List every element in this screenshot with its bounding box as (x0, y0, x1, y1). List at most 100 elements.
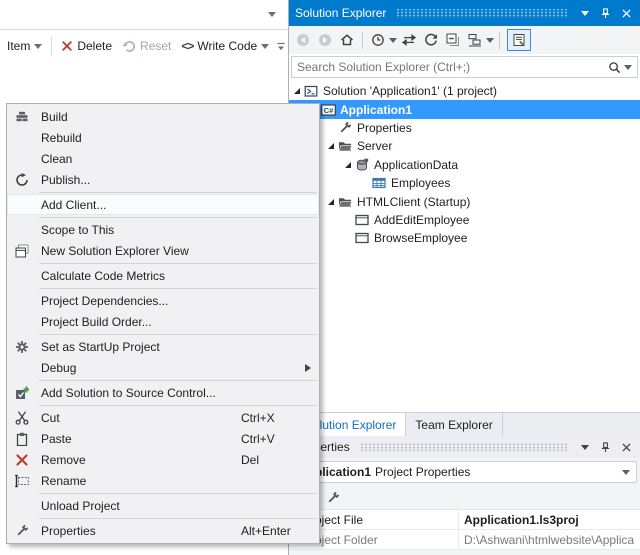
folder-icon (338, 139, 353, 153)
chevron-down-icon[interactable] (486, 37, 494, 43)
tree-item-server[interactable]: Server (289, 137, 640, 155)
paste-icon (7, 432, 37, 446)
close-icon[interactable] (619, 6, 634, 21)
property-row-project-folder[interactable]: Project Folder D:\Ashwani\htmlwebsite\Ap… (289, 530, 640, 550)
gear-icon (7, 340, 37, 354)
menu-item-clean[interactable]: Clean (7, 148, 319, 169)
menu-separator (39, 216, 317, 218)
sync-active-document-icon[interactable] (399, 29, 419, 51)
menu-item-rename[interactable]: Rename (7, 470, 319, 491)
menu-item-rebuild[interactable]: Rebuild (7, 127, 319, 148)
tree-item-htmlclient-startup[interactable]: HTMLClient (Startup) (289, 192, 640, 210)
tab-team-explorer[interactable]: Team Explorer (406, 413, 503, 436)
designer-toolbar: Item Delete Reset <> Write Code (0, 30, 288, 62)
menu-item-set-as-startup-project[interactable]: Set as StartUp Project (7, 336, 319, 357)
wrench-icon (338, 121, 353, 135)
tree-item-label: Employees (391, 176, 451, 191)
menu-item-calculate-code-metrics[interactable]: Calculate Code Metrics (7, 265, 319, 286)
search-input[interactable] (292, 60, 606, 74)
write-code-button[interactable]: <> Write Code (176, 36, 274, 56)
menu-item-scope-to-this[interactable]: Scope to This (7, 219, 319, 240)
pending-changes-icon[interactable] (368, 29, 388, 51)
svg-text:C#: C# (324, 106, 334, 115)
close-icon[interactable] (619, 440, 634, 455)
folder-icon (338, 195, 353, 209)
submenu-arrow-icon (305, 363, 311, 372)
menu-item-new-solution-explorer-view[interactable]: New Solution Explorer View (7, 240, 319, 261)
pin-icon[interactable] (598, 6, 613, 21)
delete-button[interactable]: Delete (56, 36, 117, 56)
menu-item-shortcut: Ctrl+V (241, 431, 275, 446)
solution-explorer-titlebar: Solution Explorer (289, 0, 640, 26)
search-icon[interactable] (606, 61, 623, 74)
menu-item-unload-project[interactable]: Unload Project (7, 495, 319, 516)
tree-item-solution-application1-1-project[interactable]: Solution 'Application1' (1 project) (289, 82, 640, 100)
menu-item-paste[interactable]: Paste Ctrl+V (7, 428, 319, 449)
refresh-icon[interactable] (421, 29, 441, 51)
window-position-chevron-icon[interactable] (577, 6, 592, 21)
back-icon[interactable] (293, 29, 313, 51)
table-icon (372, 176, 387, 190)
menu-item-label: Add Client... (41, 197, 107, 212)
menu-item-properties[interactable]: Properties Alt+Enter (7, 520, 319, 541)
toolbar-overflow-icon[interactable] (276, 42, 286, 52)
reset-button[interactable]: Reset (117, 36, 176, 56)
tree-item-properties[interactable]: Properties (289, 119, 640, 137)
properties-wrench-icon[interactable] (323, 488, 343, 509)
code-brackets-icon: <> (181, 39, 194, 53)
menu-item-label: New Solution Explorer View (41, 243, 189, 258)
properties-window-icon[interactable] (507, 29, 531, 51)
home-icon[interactable] (337, 29, 357, 51)
menu-item-project-build-order[interactable]: Project Build Order... (7, 311, 319, 332)
csharp-project-icon: C# (321, 103, 336, 117)
show-all-files-icon[interactable] (465, 29, 485, 51)
undo-icon (122, 39, 136, 53)
properties-titlebar: Properties (289, 436, 640, 458)
reset-label: Reset (140, 39, 172, 53)
solution-icon (304, 84, 319, 98)
add-item-button[interactable]: Item (2, 36, 47, 56)
collapse-all-icon[interactable] (443, 29, 463, 51)
tree-item-employees[interactable]: Employees (289, 174, 640, 192)
tree-item-label: Application1 (340, 102, 413, 117)
search-box (291, 56, 638, 78)
search-chevron-down-icon[interactable] (623, 64, 637, 70)
screen-icon (355, 213, 370, 227)
menu-item-remove[interactable]: Remove Del (7, 449, 319, 470)
designer-header-row (0, 0, 288, 30)
expander-icon[interactable] (341, 161, 355, 169)
add-item-label: Item (7, 39, 31, 53)
tree-item-addeditemployee[interactable]: AddEditEmployee (289, 211, 640, 229)
menu-item-debug[interactable]: Debug (7, 357, 319, 378)
toolbar-separator (499, 31, 500, 49)
window-position-chevron-icon[interactable] (577, 440, 592, 455)
tree-item-browseemployee[interactable]: BrowseEmployee (289, 229, 640, 247)
object-selector-combo[interactable]: Application1 Project Properties (292, 461, 637, 483)
menu-item-publish[interactable]: Publish... (7, 169, 319, 190)
menu-item-add-solution-to-source-control[interactable]: Add Solution to Source Control... (7, 382, 319, 403)
menu-item-shortcut: Del (241, 452, 260, 467)
tree-item-application1[interactable]: C# Application1 (289, 100, 640, 119)
property-row-project-file[interactable]: Project File Application1.ls3proj (289, 510, 640, 530)
pin-icon[interactable] (598, 440, 613, 455)
expander-icon[interactable] (324, 142, 338, 150)
forward-icon[interactable] (315, 29, 335, 51)
menu-item-add-client[interactable]: Add Client... (7, 194, 319, 215)
menu-item-cut[interactable]: Cut Ctrl+X (7, 407, 319, 428)
expander-icon[interactable] (290, 87, 304, 95)
pane-chevron-down-icon[interactable] (268, 12, 276, 17)
menu-item-label: Calculate Code Metrics (41, 268, 166, 283)
menu-separator (39, 333, 317, 335)
rename-icon (7, 474, 37, 488)
titlebar-drag-texture (359, 443, 567, 451)
tree-item-applicationdata[interactable]: ApplicationData (289, 156, 640, 174)
menu-item-label: Set as StartUp Project (41, 339, 160, 354)
menu-item-label: Cut (41, 410, 60, 425)
expander-icon[interactable] (324, 198, 338, 206)
tree-item-label: Solution 'Application1' (1 project) (323, 84, 498, 99)
menu-item-build[interactable]: Build (7, 106, 319, 127)
menu-item-project-dependencies[interactable]: Project Dependencies... (7, 290, 319, 311)
menu-item-label: Add Solution to Source Control... (41, 385, 216, 400)
menu-item-label: Clean (41, 151, 73, 166)
chevron-down-icon[interactable] (389, 37, 397, 43)
